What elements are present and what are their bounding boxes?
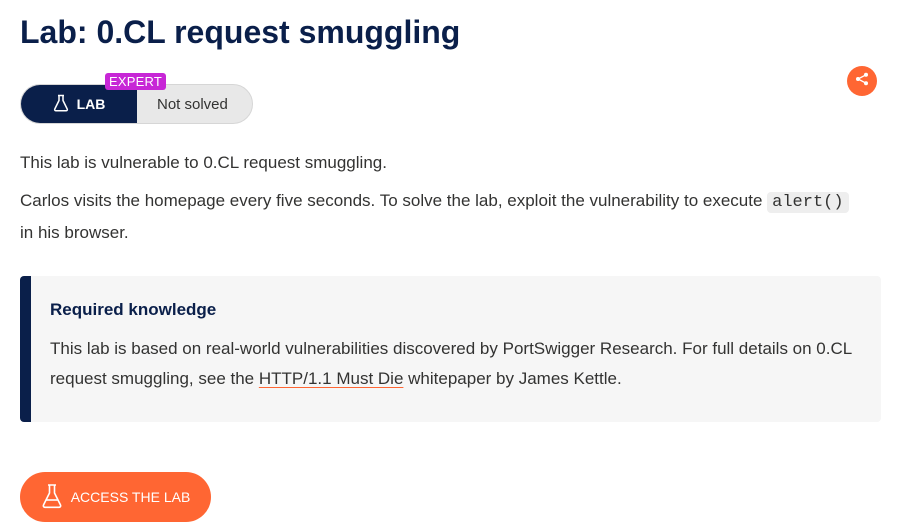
lab-description-intro: This lab is vulnerable to 0.CL request s… bbox=[20, 153, 387, 172]
access-lab-label: ACCESS THE LAB bbox=[70, 489, 191, 505]
whitepaper-link[interactable]: HTTP/1.1 Must Die bbox=[259, 369, 404, 388]
page-title: Lab: 0.CL request smuggling bbox=[20, 14, 461, 50]
lab-description-goal: Carlos visits the homepage every five se… bbox=[20, 186, 860, 248]
share-icon bbox=[855, 72, 869, 91]
lab-status-text: Not solved bbox=[157, 95, 228, 113]
callout-text-end: whitepaper by James Kettle. bbox=[408, 369, 622, 388]
callout-body: This lab is based on real-world vulnerab… bbox=[50, 334, 870, 394]
code-snippet: alert() bbox=[767, 192, 849, 213]
flask-icon bbox=[53, 94, 69, 115]
flask-icon bbox=[41, 483, 63, 512]
goal-text: Carlos visits the homepage every five se… bbox=[20, 191, 763, 210]
difficulty-badge: EXPERT bbox=[105, 73, 166, 90]
share-button[interactable] bbox=[847, 66, 877, 96]
lab-status-widget: LAB Not solved EXPERT bbox=[20, 73, 253, 124]
required-knowledge-callout: Required knowledge This lab is based on … bbox=[20, 276, 881, 422]
lab-label-text: LAB bbox=[76, 96, 106, 112]
lab-page: Lab: 0.CL request smuggling LAB Not solv… bbox=[0, 0, 900, 526]
access-lab-button[interactable]: ACCESS THE LAB bbox=[20, 472, 211, 522]
lab-label: LAB bbox=[21, 85, 137, 123]
callout-heading: Required knowledge bbox=[50, 300, 217, 319]
goal-text-end: in his browser. bbox=[20, 223, 129, 242]
